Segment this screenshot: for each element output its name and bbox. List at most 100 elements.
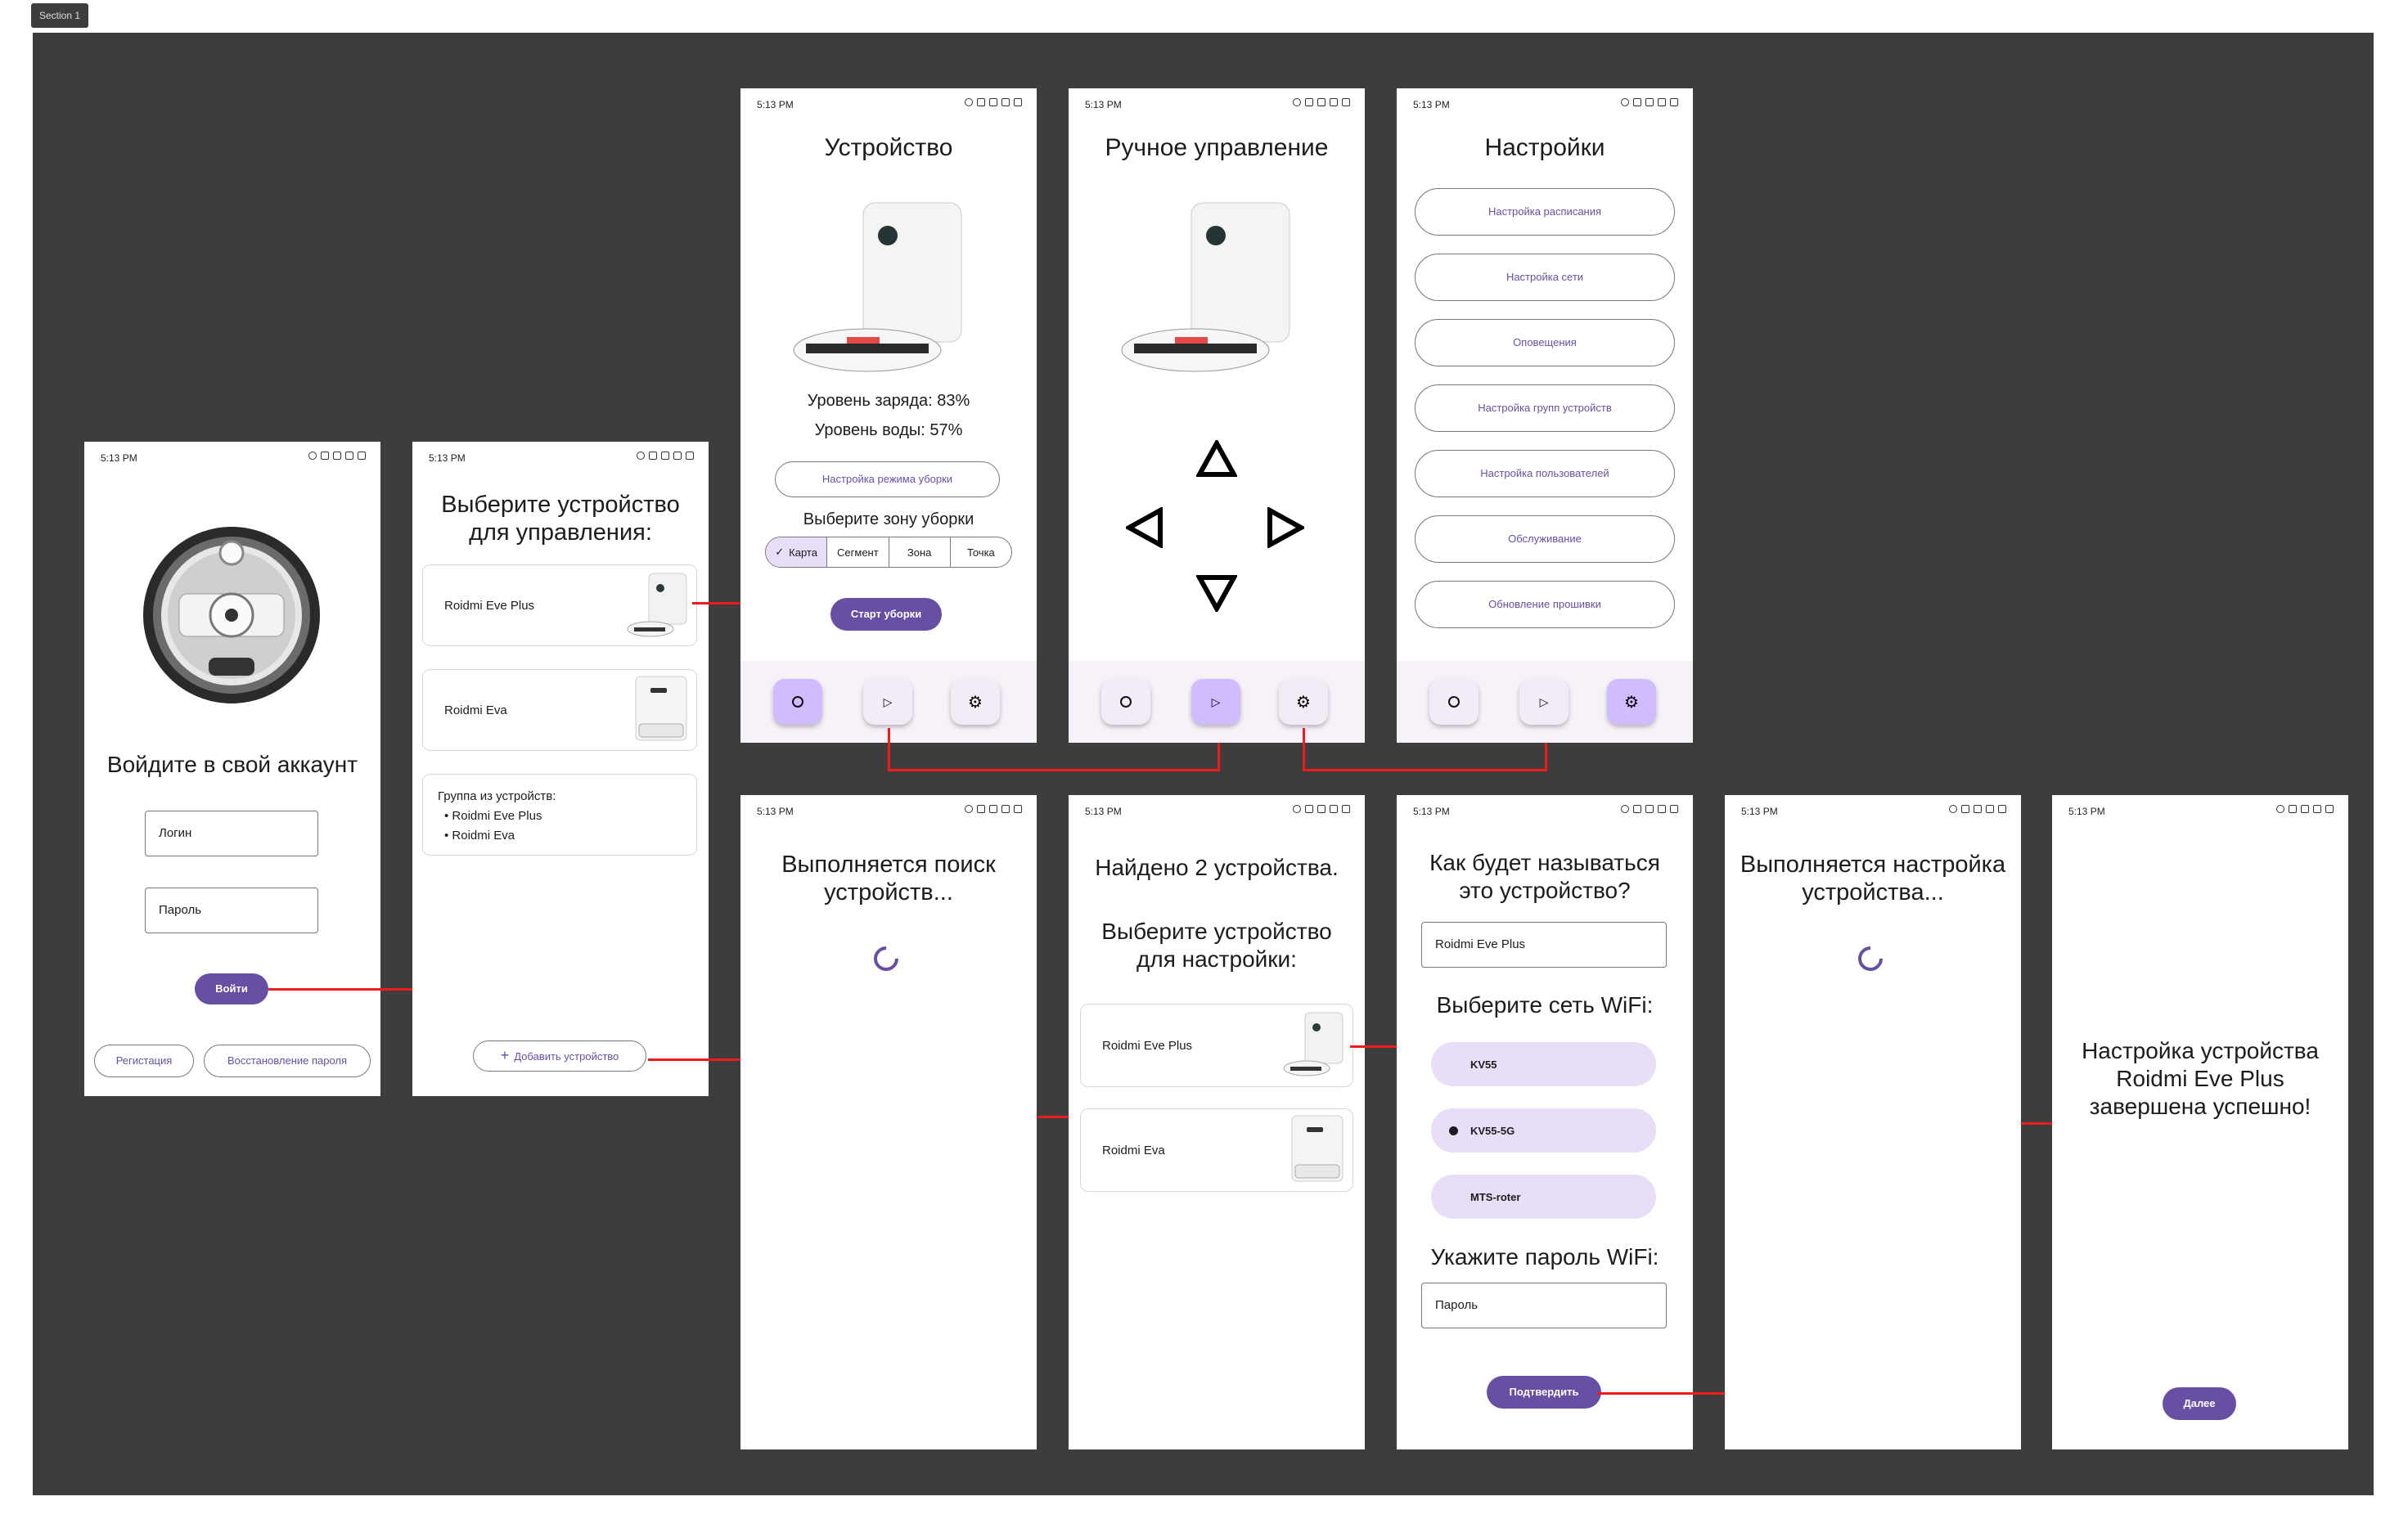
status-icons: [1293, 98, 1350, 106]
login-button[interactable]: Войти: [195, 973, 268, 1004]
robot-dock-image: [635, 676, 687, 741]
device-card[interactable]: Roidmi Eva: [1080, 1108, 1353, 1192]
nav-manual[interactable]: ▷: [1191, 679, 1240, 725]
login-title: Войдите в свой аккаунт: [106, 752, 358, 777]
screen-select-device: 5:13 PM Выберите устройство для управлен…: [412, 442, 709, 1096]
nav-settings[interactable]: ⚙: [951, 679, 1000, 725]
status-icons: [1621, 805, 1678, 813]
device-card[interactable]: Roidmi Eva: [422, 669, 697, 751]
zone-option-point[interactable]: Точка: [951, 537, 1011, 567]
start-cleaning-button[interactable]: Старт уборки: [830, 598, 942, 631]
flow-connector: [1545, 743, 1547, 771]
status-time: 5:13 PM: [1413, 806, 1450, 817]
wifi-password-field[interactable]: Пароль: [1421, 1283, 1667, 1328]
status-icons: [1949, 805, 2006, 813]
status-bar: 5:13 PM: [740, 88, 1037, 121]
next-button[interactable]: Далее: [2163, 1387, 2236, 1420]
naming-title: Как будет называться это устройство?: [1429, 850, 1660, 903]
status-bar: 5:13 PM: [1397, 795, 1693, 828]
arrow-down-icon[interactable]: [1196, 574, 1237, 612]
zone-option-map[interactable]: ✓ Карта: [766, 537, 828, 567]
group-item: • Roidmi Eve Plus: [444, 809, 542, 823]
settings-title: Настройки: [1484, 134, 1605, 161]
screen-device-setup: 5:13 PM Как будет называться это устройс…: [1397, 795, 1693, 1449]
flow-connector: [1037, 1116, 1069, 1118]
nav-manual[interactable]: ▷: [863, 679, 912, 725]
screen-setup-complete: 5:13 PM Настройка устройства Roidmi Eve …: [2052, 795, 2348, 1449]
screen-searching: 5:13 PM Выполняется поиск устройств...: [740, 795, 1037, 1449]
found-title: Найдено 2 устройства.: [1095, 855, 1339, 880]
status-bar: 5:13 PM: [740, 795, 1037, 828]
group-item: • Roidmi Eva: [444, 829, 515, 843]
zone-option-segment[interactable]: Сегмент: [827, 537, 889, 567]
robot-dock-image: [627, 573, 687, 637]
status-time: 5:13 PM: [101, 452, 137, 464]
nav-manual[interactable]: ▷: [1519, 679, 1569, 725]
settings-item[interactable]: Оповещения: [1415, 319, 1675, 366]
nav-home[interactable]: [1101, 679, 1150, 725]
settings-item[interactable]: Обновление прошивки: [1415, 581, 1675, 628]
arrow-up-icon[interactable]: [1196, 440, 1237, 478]
cleaning-mode-button[interactable]: Настройка режима уборки: [775, 461, 1000, 497]
screen-settings: 5:13 PM Настройки Настройка расписания Н…: [1397, 88, 1693, 743]
loading-spinner: [1852, 941, 1888, 977]
status-time: 5:13 PM: [1085, 99, 1122, 110]
charge-level: Уровень заряда: 83%: [807, 392, 970, 410]
device-card[interactable]: Roidmi Eve Plus: [422, 564, 697, 646]
status-bar: 5:13 PM: [84, 442, 380, 474]
zone-segmented-control: ✓ Карта Сегмент Зона Точка: [765, 537, 1012, 568]
flow-connector: [888, 728, 890, 771]
add-device-label: Добавить устройство: [514, 1050, 619, 1063]
status-icons: [308, 452, 366, 460]
device-card-label: Roidmi Eva: [1102, 1143, 1165, 1157]
register-button[interactable]: Регистация: [94, 1045, 194, 1077]
nav-home[interactable]: [773, 679, 822, 725]
restore-password-button[interactable]: Восстановление пароля: [204, 1045, 371, 1077]
device-name-field[interactable]: Roidmi Eve Plus: [1421, 922, 1667, 968]
flow-connector: [268, 988, 412, 991]
play-icon: ▷: [1211, 694, 1221, 708]
settings-item[interactable]: Настройка расписания: [1415, 188, 1675, 236]
flow-connector: [1303, 728, 1305, 771]
device-group-card[interactable]: Группа из устройств: • Roidmi Eve Plus •…: [422, 774, 697, 856]
arrow-left-icon[interactable]: [1126, 507, 1163, 548]
status-icons: [2276, 805, 2334, 813]
nav-home[interactable]: [1429, 679, 1479, 725]
found-subtitle: Выберите устройство для настройки:: [1101, 919, 1332, 972]
status-time: 5:13 PM: [757, 806, 794, 817]
status-icons: [965, 805, 1022, 813]
status-icons: [965, 98, 1022, 106]
status-icons: [637, 452, 694, 460]
select-device-title: Выберите устройство для управления:: [441, 492, 680, 546]
nav-settings[interactable]: ⚙: [1607, 679, 1656, 725]
nav-settings[interactable]: ⚙: [1279, 679, 1328, 725]
arrow-right-icon[interactable]: [1267, 507, 1304, 548]
robot-vacuum-image: [143, 527, 320, 703]
login-field[interactable]: Логин: [145, 811, 318, 856]
settings-item[interactable]: Настройка сети: [1415, 254, 1675, 301]
wifi-option[interactable]: KV55: [1431, 1042, 1656, 1086]
settings-item[interactable]: Настройка групп устройств: [1415, 384, 1675, 432]
settings-item[interactable]: Обслуживание: [1415, 515, 1675, 563]
screen-found-devices: 5:13 PM Найдено 2 устройства. Выберите у…: [1069, 795, 1365, 1449]
gear-icon: ⚙: [968, 693, 983, 712]
device-card[interactable]: Roidmi Eve Plus: [1080, 1004, 1353, 1087]
plus-icon: +: [500, 1047, 510, 1063]
password-field[interactable]: Пароль: [145, 888, 318, 933]
robot-dock-image: [793, 202, 962, 372]
add-device-button[interactable]: + Добавить устройство: [473, 1040, 646, 1072]
status-time: 5:13 PM: [1413, 99, 1450, 110]
status-bar: 5:13 PM: [2052, 795, 2348, 828]
loading-spinner: [868, 941, 904, 977]
zone-option-zone[interactable]: Зона: [889, 537, 951, 567]
device-card-label: Roidmi Eve Plus: [1102, 1038, 1193, 1053]
status-bar: 5:13 PM: [1069, 795, 1365, 828]
wifi-option[interactable]: MTS-roter: [1431, 1175, 1656, 1219]
wifi-option-selected[interactable]: KV55-5G: [1431, 1108, 1656, 1153]
group-title: Группа из устройств:: [438, 789, 556, 803]
screen-manual-control: 5:13 PM Ручное управление ▷ ⚙: [1069, 88, 1365, 743]
manual-title: Ручное управление: [1105, 134, 1329, 161]
confirm-button[interactable]: Подтвердить: [1487, 1376, 1601, 1409]
status-bar: 5:13 PM: [1069, 88, 1365, 121]
settings-item[interactable]: Настройка пользователей: [1415, 450, 1675, 497]
